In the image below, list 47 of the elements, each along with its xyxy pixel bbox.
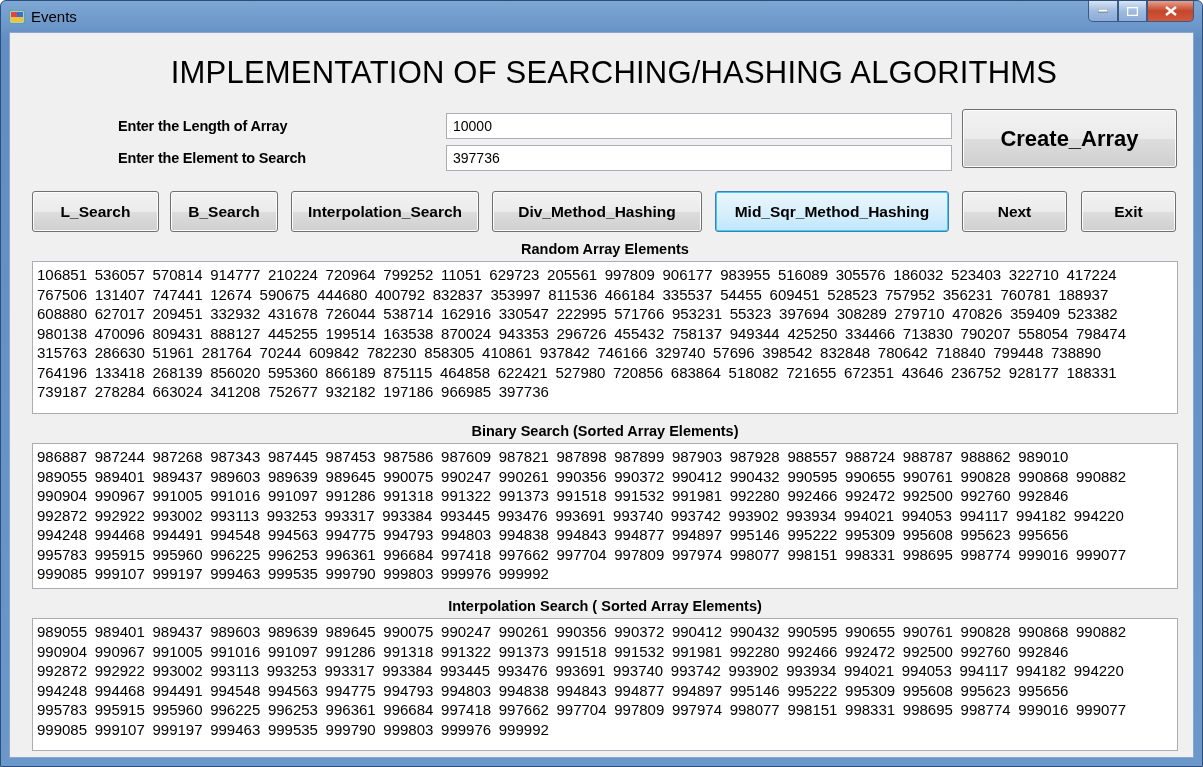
action-button[interactable]: L_Search [32,191,159,232]
number-line: 992872 992922 993002 993113 993253 993317 993384 993445 993476 993691 993740 993742 993902 993934 994021 994053 994117 994182 994220 [37,661,1125,681]
number-line: 989055 989401 989437 989603 989639 989645 990075 990247 990261 990356 990372 990412 990432 990595 990655 990761 990828 990868 990882 [37,622,1128,642]
number-line: 315763 286630 51961 281764 70244 609842 782230 858305 410861 937842 746166 329740 57696 398542 832848 780642 718840 799448 738890 [37,343,1102,363]
field-label: Enter the Element to Search [118,150,307,166]
number-line: 995783 995915 995960 996225 996253 996361 996684 997418 997662 997704 997809 997974 998077 998151 998331 998695 998774 999016 999077 [37,544,1128,564]
number-line: 995783 995915 995960 996225 996253 996361 996684 997418 997662 997704 997809 997974 998077 998151 998331 998695 998774 999016 999077 [37,700,1128,720]
close-icon [1164,6,1177,16]
window-form-icon [9,8,25,25]
number-line: 608880 627017 209451 332932 431678 726044 538714 162916 330547 222995 571766 953231 55323 397694 308289 279710 470826 359409 523382 [37,304,1119,324]
close-button[interactable] [1147,1,1194,22]
number-line: 764196 133418 268139 856020 595360 866189 875115 464858 622421 527980 720856 683864 518082 721655 672351 43646 236752 928177 188331 [37,362,1118,382]
number-line: 994248 994468 994491 994548 994563 994775 994793 994803 994838 994843 994877 994897 995146 995222 995309 995608 995623 995656 [37,525,1070,545]
output-text-area[interactable] [32,443,1178,589]
minimize-icon [1098,9,1108,13]
maximize-icon [1127,6,1138,16]
field-label: Enter the Length of Array [118,118,289,134]
action-button[interactable]: Interpolation_Search [291,191,479,232]
number-line: 986887 987244 987268 987343 987445 987453 987586 987609 987821 987898 987899 987903 987928 988557 988724 988787 988862 989010 [37,447,1070,467]
number-line: 990904 990967 991005 991016 991097 991286 991318 991322 991373 991518 991532 991981 992280 992466 992472 992500 992760 992846 [37,486,1070,506]
number-line: 980138 470096 809431 888127 445255 199514 163538 870024 943353 296726 455432 758137 949344 425250 334466 713830 790207 558054 798474 [37,323,1128,343]
section-title: Random Array Elements [520,241,690,257]
page-heading: IMPLEMENTATION OF SEARCHING/HASHING ALGORITHMS [169,55,1059,91]
number-line: 767506 131407 747441 12674 590675 444680 400792 832837 353997 811536 466184 335537 54455 609451 528523 757952 356231 760781 188937 [37,284,1110,304]
number-line: 994248 994468 994491 994548 994563 994775 994793 994803 994838 994843 994877 994897 995146 995222 995309 995608 995623 995656 [37,680,1070,700]
number-line: 106851 536057 570814 914777 210224 720964 799252 11051 629723 205561 997809 906177 983955 516089 305576 186032 523403 322710 417224 [37,265,1118,285]
action-button[interactable]: Mid_Sqr_Method_Hashing [715,191,949,232]
section-title: Binary Search (Sorted Array Elements) [470,423,740,439]
number-line: 739187 278284 663024 341208 752677 932182 197186 966985 397736 [37,382,550,402]
create-array-button[interactable]: Create_Array [962,109,1177,168]
section-title: Interpolation Search ( Sorted Array Elements) [447,598,763,614]
maximize-button[interactable] [1118,1,1147,22]
minimize-button[interactable] [1088,1,1118,22]
number-line: 999085 999107 999197 999463 999535 999790 999803 999976 999992 [37,719,550,739]
action-button[interactable]: Div_Method_Hashing [492,191,702,232]
number-line: 989055 989401 989437 989603 989639 989645 990075 990247 990261 990356 990372 990412 990432 990595 990655 990761 990828 990868 990882 [37,466,1128,486]
output-text-area[interactable] [32,618,1178,751]
input-field[interactable]: 10000 [446,113,952,139]
number-line: 990904 990967 991005 991016 991097 991286 991318 991322 991373 991518 991532 991981 992280 992466 992472 992500 992760 992846 [37,641,1070,661]
window-title: Events [31,8,77,25]
output-text-area[interactable] [32,261,1178,414]
action-button[interactable]: Exit [1081,191,1176,232]
action-button[interactable]: Next [962,191,1067,232]
action-button[interactable]: B_Search [170,191,278,232]
number-line: 999085 999107 999197 999463 999535 999790 999803 999976 999992 [37,564,550,584]
number-line: 992872 992922 993002 993113 993253 993317 993384 993445 993476 993691 993740 993742 993902 993934 994021 994053 994117 994182 994220 [37,505,1125,525]
input-field[interactable]: 397736 [446,145,952,171]
